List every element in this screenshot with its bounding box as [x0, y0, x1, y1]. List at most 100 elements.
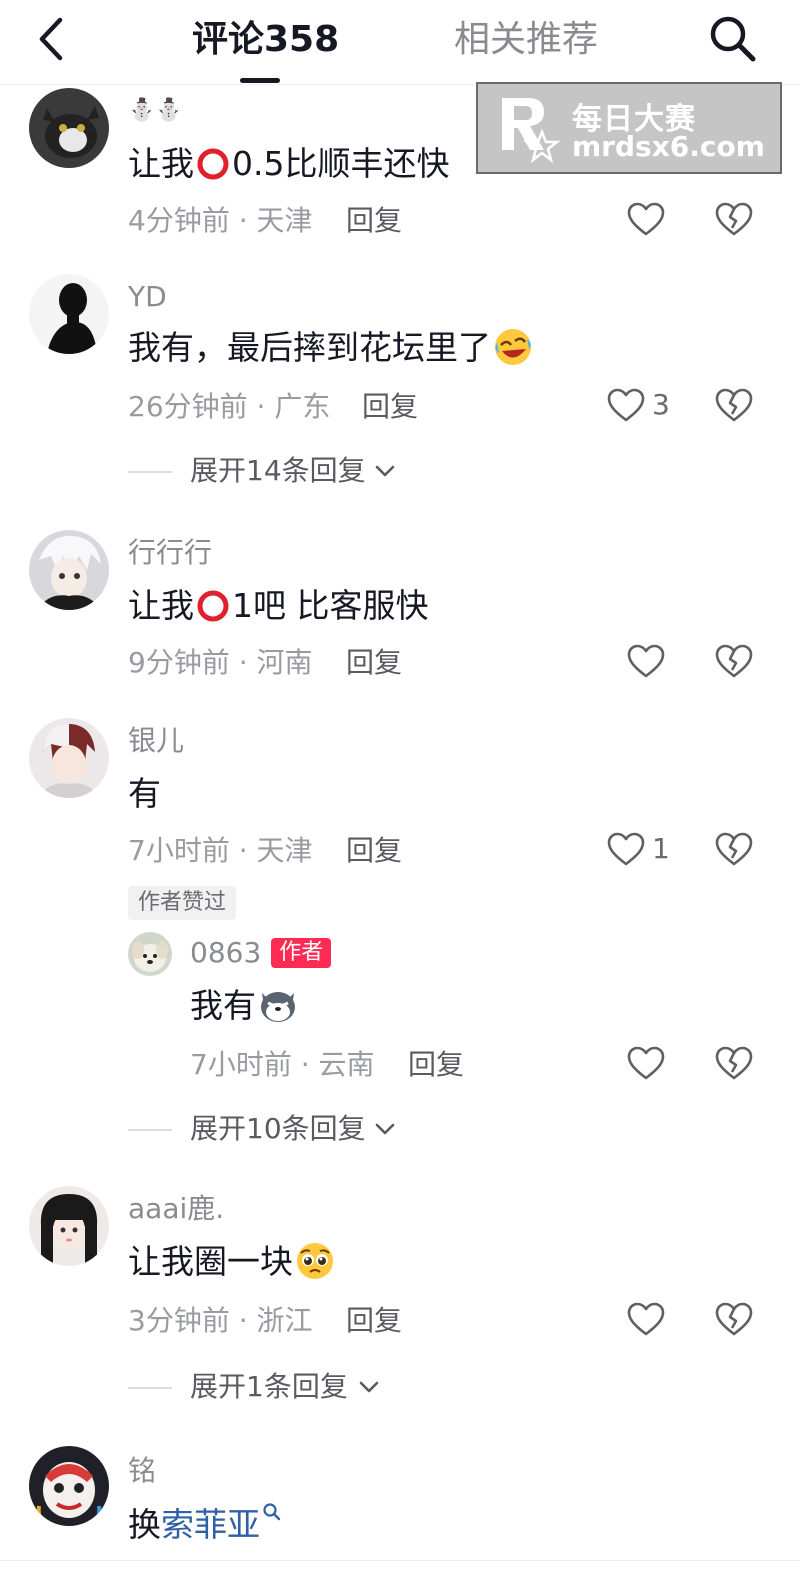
heart-icon	[627, 1046, 665, 1080]
reply-button[interactable]: 回复	[346, 1304, 402, 1338]
reply-button[interactable]: 回复	[362, 390, 418, 424]
tab-related[interactable]: 相关推荐	[454, 16, 598, 64]
reply-username-text[interactable]: 0863	[190, 936, 261, 969]
reply-text-part: 我有	[190, 986, 256, 1025]
comment-item: 银儿 有 7小时前 · 天津 回复 1 作者赞过 0863 作者 我有 7小时前 …	[0, 716, 800, 1166]
heart-icon	[627, 202, 665, 236]
avatar[interactable]	[29, 274, 109, 354]
dislike-button[interactable]	[714, 200, 754, 240]
broken-heart-icon	[715, 1046, 753, 1080]
avatar[interactable]	[29, 718, 109, 798]
broken-heart-icon	[715, 1302, 753, 1336]
heart-icon	[627, 1302, 665, 1336]
comment-text-part: 让我	[128, 586, 194, 625]
comment-text-part: 1吧 比客服快	[232, 586, 429, 625]
expand-replies-button[interactable]: 展开14条回复	[128, 452, 418, 492]
comment-username[interactable]: YD	[128, 280, 167, 314]
search-icon	[710, 16, 756, 62]
expand-replies-label: 展开14条回复	[190, 454, 366, 487]
like-button[interactable]	[626, 200, 666, 240]
top-bar: 评论358 相关推荐	[0, 0, 800, 85]
comment-text: 有	[128, 774, 161, 813]
broken-heart-icon	[715, 832, 753, 866]
comment-text: 让我圈一块	[128, 1240, 335, 1284]
comment-item: 铭 换索菲亚	[0, 1444, 800, 1560]
author-badge: 作者	[271, 938, 332, 968]
avatar[interactable]	[29, 530, 109, 610]
reply-button[interactable]: 回复	[346, 204, 402, 238]
comment-time-location: 4分钟前 · 天津	[128, 204, 313, 237]
like-button[interactable]: 3	[606, 386, 676, 426]
expand-divider	[128, 1387, 172, 1389]
reply-time-location: 7小时前 · 云南	[190, 1048, 375, 1081]
comment-item: YD 我有，最后摔到花坛里了 26分钟前 · 广东 回复 3 展开14条回复	[0, 274, 800, 514]
like-count: 1	[652, 832, 670, 865]
red-ring-emoji-icon	[197, 590, 229, 622]
dislike-button[interactable]	[714, 642, 754, 682]
like-button[interactable]: 1	[606, 830, 676, 870]
sub-reply: 0863 作者 我有 7小时前 · 云南 回复	[0, 930, 800, 1100]
broken-heart-icon	[715, 388, 753, 422]
watermark-overlay: 每日大赛 mrdsx6.com	[476, 82, 782, 174]
chevron-down-icon	[375, 465, 395, 477]
search-keyword-link[interactable]: 索菲亚	[161, 1503, 282, 1544]
rolling-laugh-emoji-icon	[495, 329, 531, 365]
avatar[interactable]	[128, 932, 172, 976]
tab-comments[interactable]: 评论358	[192, 16, 339, 64]
dislike-button[interactable]	[714, 1044, 754, 1084]
like-button[interactable]	[626, 1044, 666, 1084]
comment-username[interactable]: ⛄⛄	[128, 94, 183, 128]
dislike-button[interactable]	[714, 1300, 754, 1340]
chevron-down-icon	[359, 1381, 379, 1393]
comment-time-location: 26分钟前 · 广东	[128, 390, 331, 423]
chevron-down-icon	[375, 1123, 395, 1135]
watermark-logo-icon	[502, 98, 561, 164]
avatar[interactable]	[29, 1446, 109, 1526]
comment-text-part: 0.5比顺丰还快	[232, 144, 450, 183]
search-keyword-text: 索菲亚	[161, 1505, 260, 1544]
expand-replies-label: 展开1条回复	[190, 1370, 348, 1403]
comment-text: 让我 0.5比顺丰还快	[128, 142, 449, 186]
comment-item: 行行行 让我 1吧 比客服快 9分钟前 · 河南 回复	[0, 528, 800, 708]
comment-text-part: 让我	[128, 144, 194, 183]
pleading-face-emoji-icon	[297, 1243, 333, 1279]
avatar[interactable]	[29, 88, 109, 168]
comment-username[interactable]: 银儿	[128, 724, 184, 758]
reply-button[interactable]: 回复	[346, 834, 402, 868]
expand-replies-button[interactable]: 展开1条回复	[128, 1368, 398, 1408]
dislike-button[interactable]	[714, 830, 754, 870]
red-ring-emoji-icon	[197, 148, 229, 180]
dislike-button[interactable]	[714, 386, 754, 426]
expand-replies-button[interactable]: 展开10条回复	[128, 1110, 418, 1150]
comment-username[interactable]: aaai鹿.	[128, 1192, 224, 1226]
search-icon	[263, 1503, 281, 1521]
heart-icon	[607, 832, 645, 866]
expand-divider	[128, 1129, 172, 1131]
active-tab-indicator	[240, 78, 280, 83]
avatar[interactable]	[29, 1186, 109, 1266]
like-count: 3	[652, 388, 670, 421]
heart-icon	[627, 644, 665, 678]
broken-heart-icon	[715, 202, 753, 236]
comment-text-part: 换	[128, 1505, 161, 1544]
comment-text: 换索菲亚	[128, 1502, 282, 1547]
comment-username[interactable]: 铭	[128, 1454, 156, 1488]
watermark-url: mrdsx6.com	[572, 130, 765, 163]
back-button[interactable]	[34, 14, 74, 64]
search-button[interactable]	[704, 10, 760, 66]
reply-button[interactable]: 回复	[346, 646, 402, 680]
comment-time-location: 9分钟前 · 河南	[128, 646, 313, 679]
comment-username[interactable]: 行行行	[128, 536, 212, 570]
reply-username: 0863 作者	[190, 936, 332, 970]
like-button[interactable]	[626, 1300, 666, 1340]
reply-button[interactable]: 回复	[408, 1048, 464, 1082]
heart-icon	[607, 388, 645, 422]
comment-time-location: 7小时前 · 天津	[128, 834, 313, 867]
husky-emoji-icon	[261, 992, 295, 1022]
bottom-divider	[0, 1560, 800, 1561]
comment-time-location: 3分钟前 · 浙江	[128, 1304, 313, 1337]
chevron-left-icon	[39, 17, 63, 61]
expand-divider	[128, 471, 172, 473]
comment-text-part: 我有，最后摔到花坛里了	[128, 328, 491, 367]
like-button[interactable]	[626, 642, 666, 682]
